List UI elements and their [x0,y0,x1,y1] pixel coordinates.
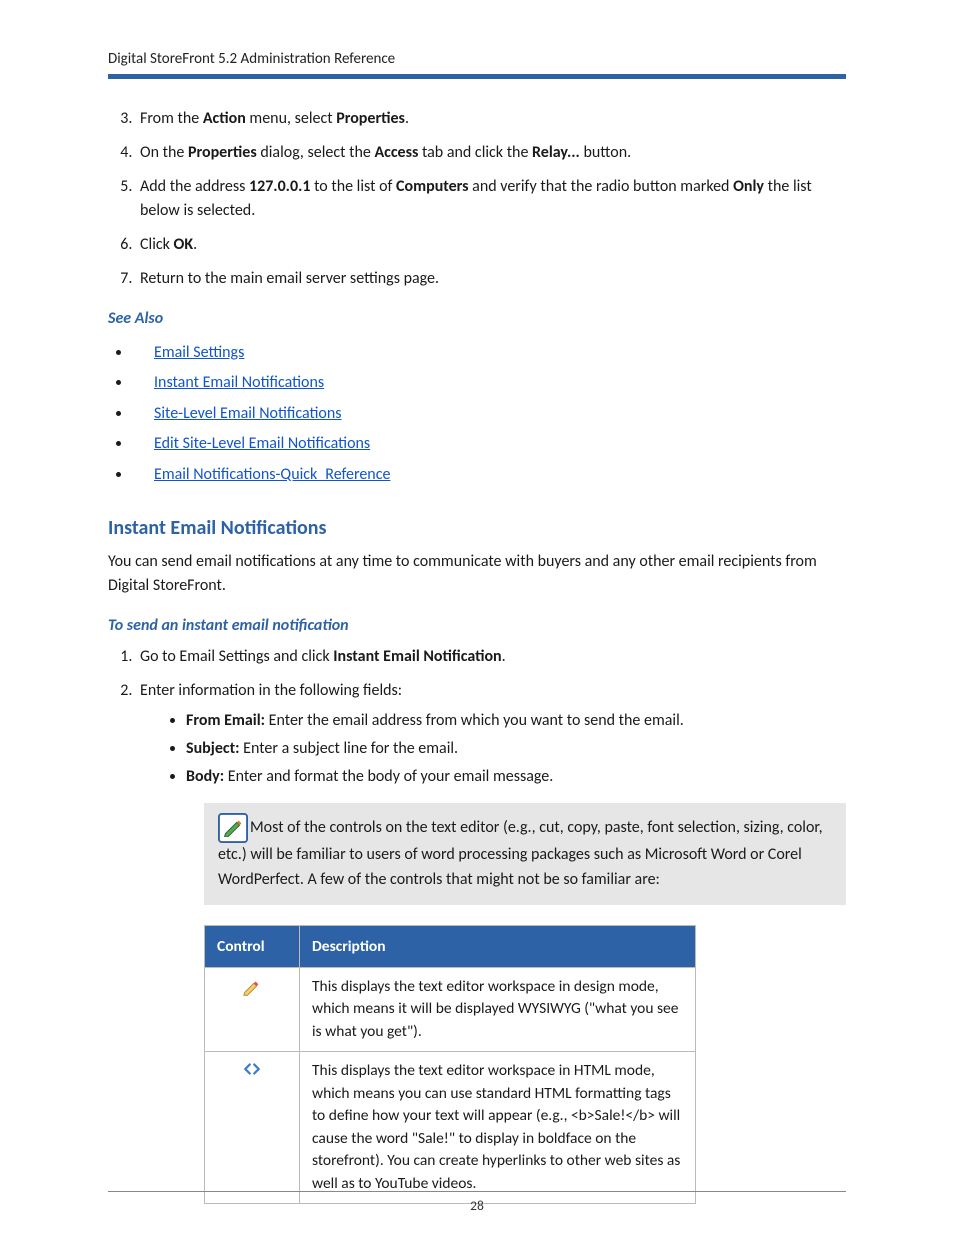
field-body: Body: Enter and format the body of your … [186,765,846,789]
step-1-lower: Go to Email Settings and click Instant E… [136,645,846,669]
field-subject: Subject: Enter a subject line for the em… [186,737,846,761]
see-also-heading: See Also [108,309,846,328]
note-box: Most of the controls on the text editor … [204,803,846,905]
design-mode-desc: This displays the text editor workspace … [300,967,696,1051]
section-intro: You can send email notifications at any … [108,550,846,598]
subsection-heading: To send an instant email notification [108,616,846,635]
list-item: Edit Site-Level Email Notifications [132,429,846,459]
list-item: Site-Level Email Notifications [132,399,846,429]
th-control: Control [205,925,300,967]
section-heading-instant-email: Instant Email Notifications [108,516,846,540]
note-text: Most of the controls on the text editor … [218,818,823,889]
controls-table: Control Description This displays the te… [204,925,696,1204]
link-email-notifications-quick-reference[interactable]: Email Notifications-Quick_Reference [154,465,390,484]
page-number: 28 [0,1197,954,1214]
table-row: This displays the text editor workspace … [205,967,696,1051]
steps-list-upper: From the Action menu, select Properties.… [108,107,846,291]
doc-header-title: Digital StoreFront 5.2 Administration Re… [108,50,846,68]
fields-list: From Email: Enter the email address from… [140,709,846,789]
field-from-email: From Email: Enter the email address from… [186,709,846,733]
step-3: From the Action menu, select Properties. [136,107,846,131]
steps-list-lower: Go to Email Settings and click Instant E… [108,645,846,1204]
footer-rule [108,1191,846,1192]
html-mode-desc: This displays the text editor workspace … [300,1052,696,1204]
step-6: Click OK. [136,233,846,257]
step-5: Add the address 127.0.0.1 to the list of… [136,175,846,223]
table-row: This displays the text editor workspace … [205,1052,696,1204]
link-site-level-email-notifications[interactable]: Site-Level Email Notifications [154,404,342,423]
th-description: Description [300,925,696,967]
header-rule [108,74,846,79]
link-instant-email-notifications[interactable]: Instant Email Notifications [154,373,324,392]
note-pencil-icon [218,813,248,843]
link-email-settings[interactable]: Email Settings [154,343,244,362]
link-edit-site-level-email-notifications[interactable]: Edit Site-Level Email Notifications [154,434,370,453]
step-7: Return to the main email server settings… [136,267,846,291]
step-4: On the Properties dialog, select the Acc… [136,141,846,165]
html-mode-icon [205,1052,300,1204]
list-item: Email Settings [132,338,846,368]
list-item: Instant Email Notifications [132,368,846,398]
list-item: Email Notifications-Quick_Reference [132,460,846,490]
design-mode-icon [205,967,300,1051]
step-2-lower: Enter information in the following field… [136,679,846,1204]
see-also-list: Email Settings Instant Email Notificatio… [108,338,846,490]
